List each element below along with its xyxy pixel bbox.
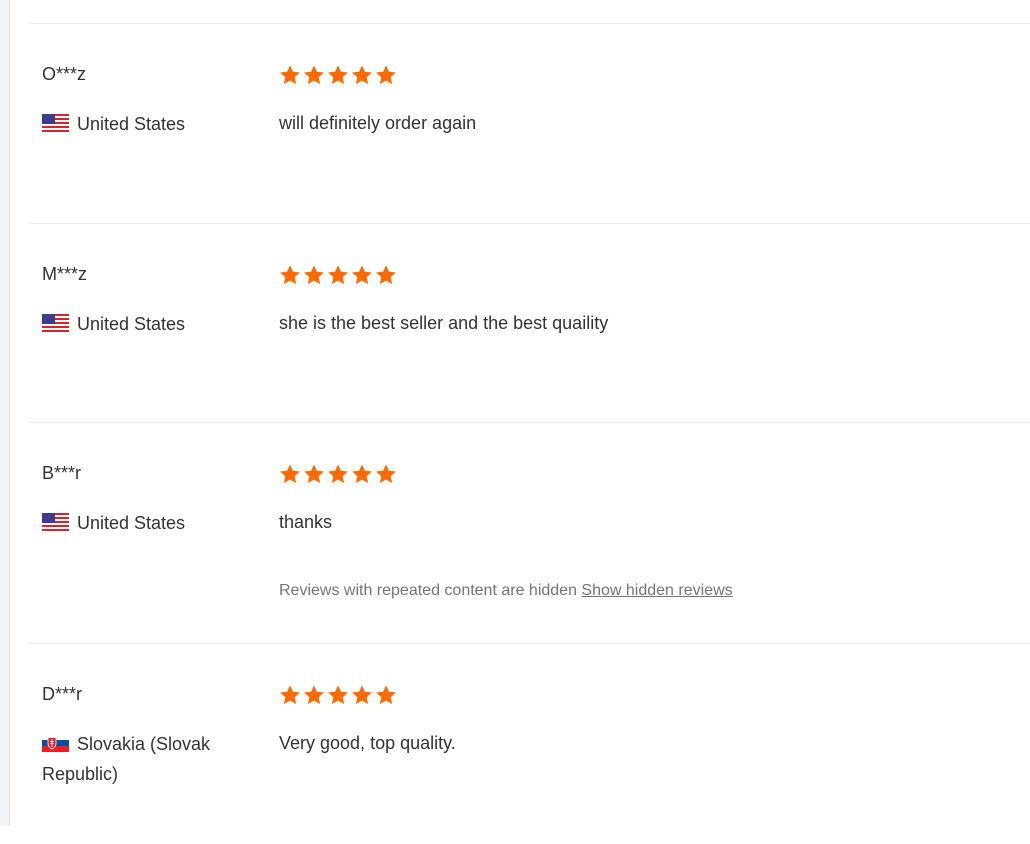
review-text: will definitely order again	[279, 113, 477, 133]
us-flag-icon	[42, 314, 69, 332]
hidden-reviews-notice: Reviews with repeated content are hidden…	[279, 580, 999, 602]
left-rail	[0, 0, 10, 826]
star-icon	[304, 65, 324, 85]
buyer-info: D***r Slovakia (Slovak Republic)	[42, 682, 256, 789]
review-content: she is the best seller and the best quai…	[279, 264, 999, 335]
star-icon	[304, 685, 324, 705]
buyer-country: United States	[42, 109, 256, 139]
star-icon	[352, 464, 372, 484]
reviews-list: O***z United States will definitely orde…	[30, 0, 1030, 844]
star-icon	[280, 685, 300, 705]
country-label: United States	[77, 314, 186, 334]
star-icon	[376, 65, 396, 85]
buyer-name: O***z	[42, 64, 87, 84]
us-flag-icon	[42, 114, 69, 132]
buyer-info: B***r United States	[42, 461, 256, 538]
star-rating	[279, 264, 999, 286]
star-icon	[328, 65, 348, 85]
buyer-info: O***z United States	[42, 62, 256, 139]
review-text: thanks	[279, 512, 333, 532]
review-item: D***r Slovakia (Slovak Republic) Very go…	[30, 644, 1030, 844]
star-rating	[279, 463, 999, 485]
buyer-name: B***r	[42, 463, 82, 483]
review-content: thanks Reviews with repeated content are…	[279, 463, 999, 602]
star-icon	[376, 685, 396, 705]
star-rating	[279, 684, 999, 706]
country-label: United States	[77, 513, 186, 533]
star-icon	[352, 685, 372, 705]
slovakia-flag-icon	[42, 734, 69, 752]
buyer-name: M***z	[42, 264, 88, 284]
top-divider	[30, 0, 1030, 24]
review-item: B***r United States thanks Reviews with …	[30, 423, 1030, 644]
review-text: she is the best seller and the best quai…	[279, 313, 609, 333]
star-icon	[280, 265, 300, 285]
show-hidden-reviews-link[interactable]: Show hidden reviews	[581, 582, 732, 599]
us-flag-icon	[42, 513, 69, 531]
buyer-country: United States	[42, 508, 256, 538]
country-label: United States	[77, 114, 186, 134]
star-icon	[280, 65, 300, 85]
buyer-info: M***z United States	[42, 262, 256, 339]
star-icon	[280, 464, 300, 484]
star-icon	[328, 464, 348, 484]
hidden-reviews-text: Reviews with repeated content are hidden	[279, 582, 577, 599]
star-rating	[279, 64, 999, 86]
buyer-name: D***r	[42, 684, 83, 704]
review-content: will definitely order again	[279, 64, 999, 135]
review-item: O***z United States will definitely orde…	[30, 24, 1030, 224]
star-icon	[352, 265, 372, 285]
star-icon	[328, 265, 348, 285]
buyer-country: United States	[42, 309, 256, 339]
review-text: Very good, top quality.	[279, 733, 456, 753]
star-icon	[376, 265, 396, 285]
star-icon	[304, 265, 324, 285]
review-content: Very good, top quality.	[279, 684, 999, 755]
star-icon	[304, 464, 324, 484]
buyer-country: Slovakia (Slovak Republic)	[42, 729, 256, 789]
review-item: M***z United States she is the best sell…	[30, 224, 1030, 423]
star-icon	[352, 65, 372, 85]
star-icon	[376, 464, 396, 484]
star-icon	[328, 685, 348, 705]
